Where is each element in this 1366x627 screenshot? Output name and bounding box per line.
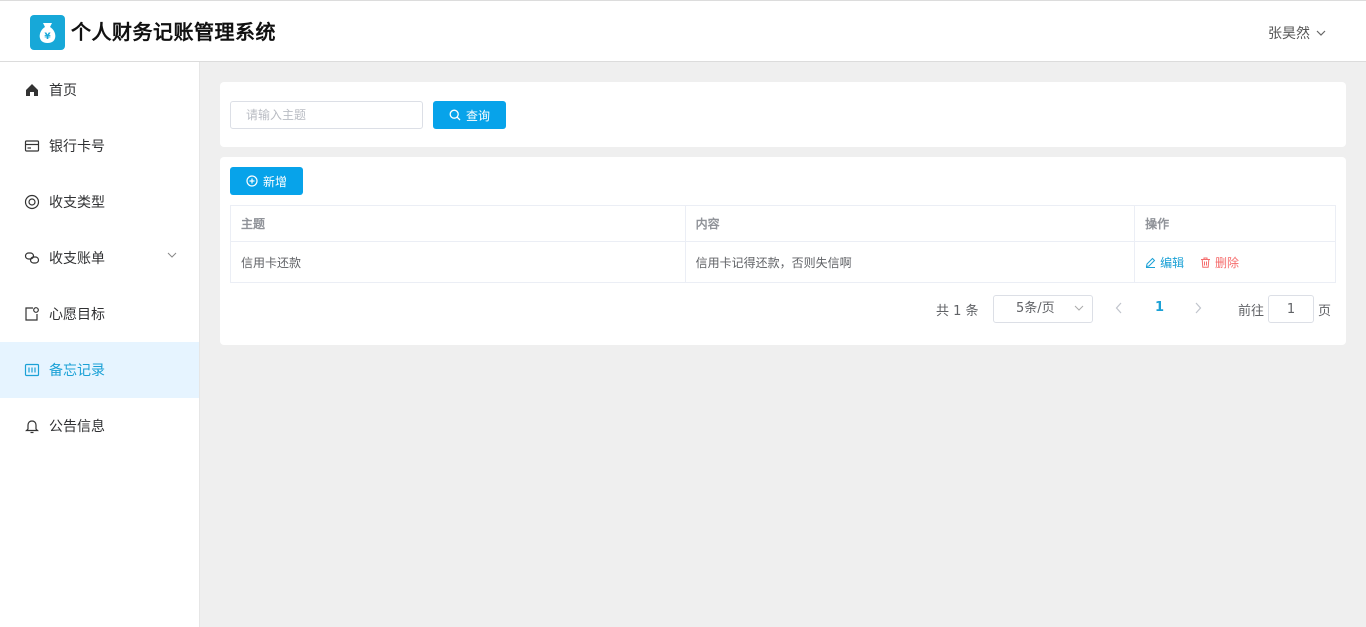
home-icon: [26, 84, 38, 96]
plus-circle-icon: [246, 175, 258, 187]
cell-content: 信用卡记得还款，否则失信啊: [684, 241, 1136, 283]
memo-icon: [24, 363, 40, 377]
column-header-content: 内容: [684, 205, 1136, 242]
table-header-row: 主题 内容 操作: [230, 205, 1336, 242]
trash-icon: [1200, 257, 1210, 268]
delete-button[interactable]: 删除: [1200, 254, 1239, 271]
pagination: 共 1 条 5条/页 1 前往 页: [220, 295, 1346, 323]
add-button[interactable]: 新增: [230, 167, 303, 195]
search-input[interactable]: [230, 101, 423, 129]
search-icon: [449, 109, 461, 121]
delete-label: 删除: [1214, 255, 1239, 270]
chevron-down-icon: [1316, 30, 1326, 36]
pagination-total: 共 1 条: [936, 304, 979, 319]
app-title: 个人财务记账管理系统: [71, 20, 276, 44]
chevron-down-icon: [167, 252, 177, 258]
column-header-subject: 主题: [230, 205, 686, 242]
table-row: 信用卡还款 信用卡记得还款，否则失信啊 编辑 删除: [230, 241, 1336, 283]
add-button-label: 新增: [262, 174, 287, 189]
search-button-label: 查询: [465, 108, 490, 123]
credit-card-icon: [24, 140, 40, 152]
sidebar-item-label: 备忘记录: [49, 363, 105, 379]
sidebar: 首页 银行卡号 收支类型 收支账单 心愿目标 备忘记录 公告信息: [0, 62, 200, 627]
sidebar-item-income-type[interactable]: 收支类型: [0, 174, 199, 230]
svg-text:¥: ¥: [44, 32, 51, 42]
edit-button[interactable]: 编辑: [1145, 254, 1184, 271]
sidebar-item-label: 收支账单: [49, 251, 105, 267]
money-bag-icon: ¥: [30, 15, 65, 50]
goal-icon: [25, 307, 39, 321]
edit-label: 编辑: [1160, 255, 1185, 270]
link-icon: [24, 252, 40, 264]
sidebar-item-label: 首页: [49, 83, 77, 99]
sidebar-item-memo[interactable]: 备忘记录: [0, 342, 199, 398]
memo-table: 主题 内容 操作 信用卡还款 信用卡记得还款，否则失信啊 编辑 删除: [230, 205, 1336, 283]
records-panel: 新增 主题 内容 操作 信用卡还款 信用卡记得还款，否则失信啊 编辑 删除 共 …: [220, 157, 1346, 345]
sidebar-item-label: 收支类型: [49, 195, 105, 211]
goto-label: 前往: [1238, 304, 1265, 319]
page-size-value: 5条/页: [1016, 301, 1055, 316]
page-suffix-label: 页: [1318, 304, 1332, 319]
next-page-button[interactable]: [1194, 302, 1202, 314]
lifebuoy-icon: [24, 194, 40, 210]
goto-page-input[interactable]: [1268, 295, 1314, 323]
sidebar-item-label: 银行卡号: [49, 139, 105, 155]
search-button[interactable]: 查询: [433, 101, 506, 129]
bell-icon: [25, 420, 39, 434]
sidebar-item-announcements[interactable]: 公告信息: [0, 398, 199, 454]
top-header: ¥ 个人财务记账管理系统 张昊然: [0, 0, 1366, 62]
sidebar-item-wish-goal[interactable]: 心愿目标: [0, 286, 199, 342]
sidebar-item-label: 心愿目标: [49, 307, 105, 323]
prev-page-button[interactable]: [1115, 302, 1123, 314]
chevron-down-icon: [1074, 305, 1084, 311]
search-panel: 查询: [220, 82, 1346, 147]
page-size-select[interactable]: 5条/页: [993, 295, 1093, 323]
user-name: 张昊然: [1268, 26, 1310, 42]
edit-icon: [1146, 257, 1156, 268]
cell-actions: 编辑 删除: [1134, 241, 1336, 283]
sidebar-item-bank-card[interactable]: 银行卡号: [0, 118, 199, 174]
sidebar-item-home[interactable]: 首页: [0, 62, 199, 118]
sidebar-item-label: 公告信息: [49, 419, 105, 435]
user-menu[interactable]: 张昊然: [1268, 23, 1326, 43]
sidebar-item-bills[interactable]: 收支账单: [0, 230, 199, 286]
cell-subject: 信用卡还款: [230, 241, 686, 283]
column-header-actions: 操作: [1134, 205, 1336, 242]
page-number-current[interactable]: 1: [1155, 300, 1164, 315]
